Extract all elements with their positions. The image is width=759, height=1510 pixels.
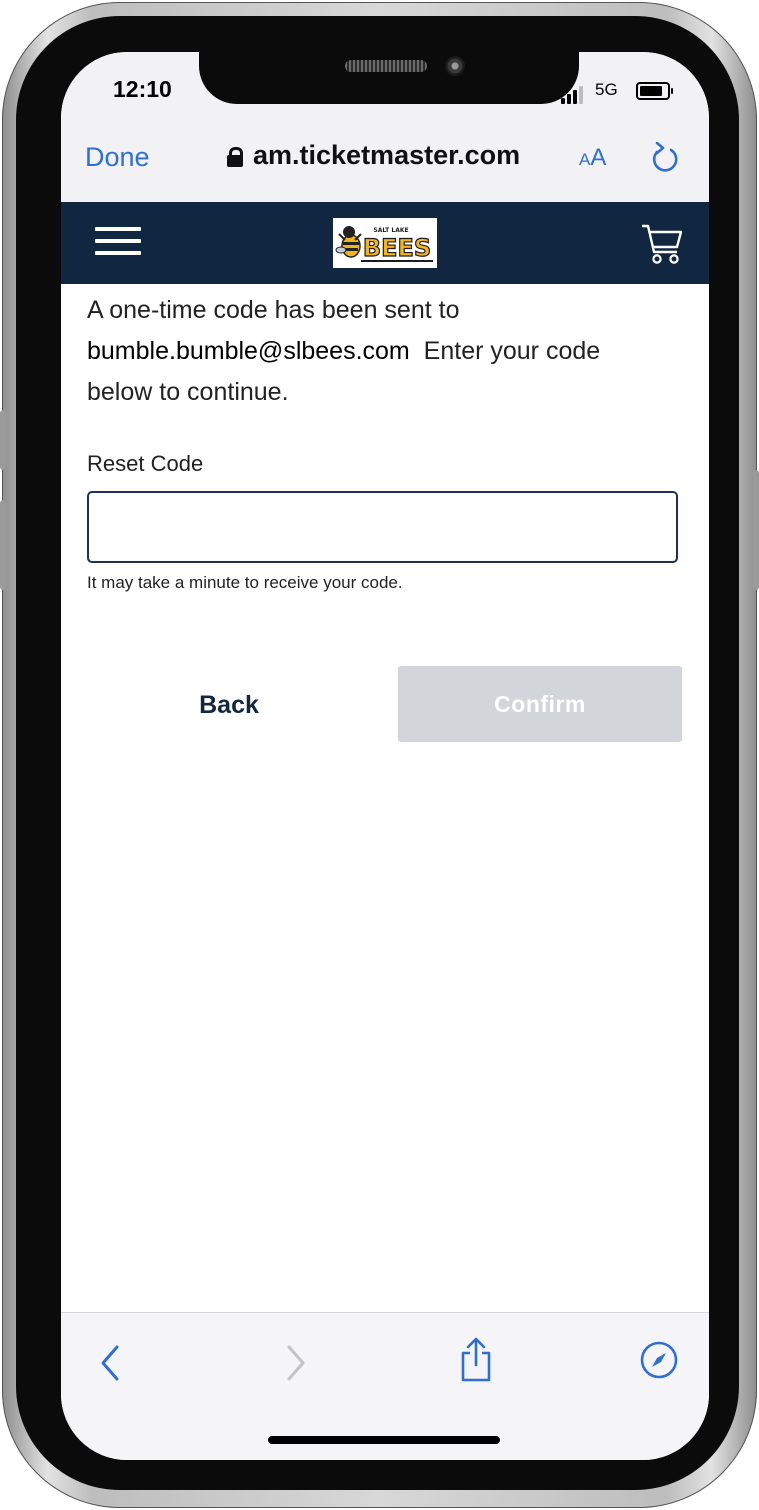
form-actions: Back Confirm (87, 666, 683, 744)
phone-screen: 12:10 5G Done am.ticketmaster.com AA SAL… (61, 52, 709, 1460)
text-size-button[interactable]: AA (579, 144, 606, 172)
network-type: 5G (595, 80, 618, 99)
logo-top-text: SALT LAKE (373, 227, 408, 234)
intro-line-1: A one-time code has been sent to (87, 296, 460, 324)
reset-code-form: A one-time code has been sent to bumble.… (87, 284, 687, 593)
battery-icon (636, 82, 673, 100)
forward-arrow-icon[interactable] (283, 1343, 309, 1388)
cart-icon[interactable] (639, 220, 685, 271)
notch (199, 52, 579, 104)
reset-code-label: Reset Code (87, 451, 204, 476)
intro-line-3: below to continue. (87, 378, 289, 406)
done-button[interactable]: Done (85, 142, 150, 173)
status-time: 12:10 (113, 76, 172, 102)
front-camera (445, 56, 465, 76)
intro-line-2: Enter your code (423, 337, 601, 365)
url-text: am.ticketmaster.com (253, 140, 521, 170)
lock-icon (227, 146, 243, 167)
browser-address-bar: Done am.ticketmaster.com AA (61, 122, 709, 202)
phone-volume-up-button (0, 500, 6, 590)
site-header: SALT LAKE BEES (61, 202, 709, 284)
email-address: bumble.bumble@slbees.com (87, 337, 410, 365)
compass-icon[interactable] (638, 1339, 680, 1386)
phone-power-button (753, 470, 759, 590)
logo-main-text: BEES (363, 234, 431, 262)
back-arrow-icon[interactable] (97, 1343, 123, 1388)
share-icon[interactable] (458, 1337, 494, 1388)
confirm-button[interactable]: Confirm (398, 666, 682, 742)
text-size-small: A (579, 150, 591, 169)
reset-code-input[interactable] (87, 491, 678, 563)
bee-mascot-icon (335, 226, 362, 258)
back-button[interactable]: Back (87, 666, 371, 744)
hamburger-menu-icon[interactable] (95, 227, 141, 263)
url-field[interactable]: am.ticketmaster.com (227, 140, 520, 171)
text-size-big: A (590, 144, 607, 171)
intro-text: A one-time code has been sent to bumble.… (87, 290, 687, 413)
hint-text: It may take a minute to receive your cod… (87, 573, 403, 592)
salt-lake-bees-logo[interactable]: SALT LAKE BEES (333, 218, 437, 268)
phone-side-button (0, 410, 6, 470)
speaker-grille (345, 60, 427, 72)
reload-icon[interactable] (649, 141, 679, 181)
home-indicator[interactable] (268, 1436, 500, 1444)
